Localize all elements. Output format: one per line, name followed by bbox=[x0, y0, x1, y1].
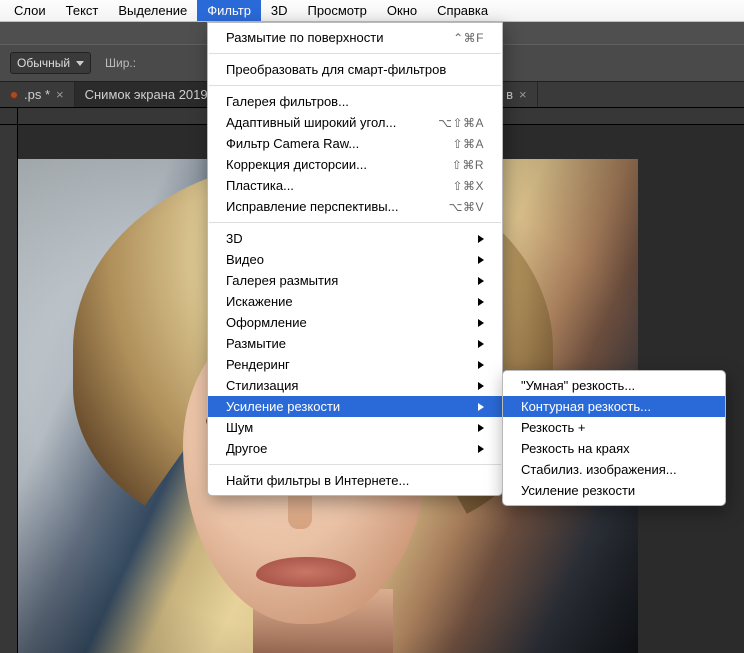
menu-item[interactable]: Фильтр Camera Raw... ⇧⌘A bbox=[208, 133, 502, 154]
submenu-arrow-icon bbox=[478, 294, 484, 309]
menu-item-label: Преобразовать для смарт-фильтров bbox=[226, 62, 446, 77]
tab-label: .ps * bbox=[24, 87, 50, 102]
menu-shortcut: ⌥⌘V bbox=[449, 200, 484, 214]
menu-item-label: Найти фильтры в Интернете... bbox=[226, 473, 409, 488]
menu-item[interactable]: Пластика... ⇧⌘X bbox=[208, 175, 502, 196]
menubar-item-4[interactable]: 3D bbox=[261, 0, 298, 21]
menu-item-label: Видео bbox=[226, 252, 264, 267]
menu-shortcut: ⌃⌘F bbox=[453, 31, 484, 45]
menubar-item-5[interactable]: Просмотр bbox=[298, 0, 377, 21]
width-label: Шир.: bbox=[105, 56, 136, 70]
menu-item-label: Пластика... bbox=[226, 178, 294, 193]
menu-item[interactable]: Оформление bbox=[208, 312, 502, 333]
menu-item[interactable]: Контурная резкость... bbox=[503, 396, 725, 417]
menu-item[interactable]: "Умная" резкость... bbox=[503, 375, 725, 396]
submenu-arrow-icon bbox=[478, 441, 484, 456]
menu-item[interactable]: Рендеринг bbox=[208, 354, 502, 375]
menu-item[interactable]: Размытие bbox=[208, 333, 502, 354]
submenu-arrow-icon bbox=[478, 357, 484, 372]
menu-separator bbox=[209, 85, 501, 86]
menu-item-label: Шум bbox=[226, 420, 253, 435]
menu-item[interactable]: Преобразовать для смарт-фильтров bbox=[208, 59, 502, 80]
menu-item[interactable]: Адаптивный широкий угол... ⌥⇧⌘A bbox=[208, 112, 502, 133]
menu-item-label: Исправление перспективы... bbox=[226, 199, 398, 214]
menu-item[interactable]: Найти фильтры в Интернете... bbox=[208, 470, 502, 491]
menu-separator bbox=[209, 53, 501, 54]
menu-item[interactable]: Стабилиз. изображения... bbox=[503, 459, 725, 480]
menu-item[interactable]: Исправление перспективы... ⌥⌘V bbox=[208, 196, 502, 217]
menu-item-label: "Умная" резкость... bbox=[521, 378, 635, 393]
menu-item[interactable]: Искажение bbox=[208, 291, 502, 312]
menu-item[interactable]: Галерея фильтров... bbox=[208, 91, 502, 112]
menu-item[interactable]: Усиление резкости bbox=[208, 396, 502, 417]
menubar-item-6[interactable]: Окно bbox=[377, 0, 427, 21]
chevron-down-icon bbox=[76, 61, 84, 66]
menubar: СлоиТекстВыделениеФильтр3DПросмотрОкноСп… bbox=[0, 0, 744, 22]
menubar-item-0[interactable]: Слои bbox=[4, 0, 56, 21]
submenu-arrow-icon bbox=[478, 399, 484, 414]
menubar-item-3[interactable]: Фильтр bbox=[197, 0, 261, 21]
menu-item-label: Резкость + bbox=[521, 420, 586, 435]
menubar-item-1[interactable]: Текст bbox=[56, 0, 109, 21]
close-icon[interactable]: × bbox=[519, 87, 527, 102]
menu-item[interactable]: 3D bbox=[208, 228, 502, 249]
menu-item-label: Усиление резкости bbox=[226, 399, 340, 414]
submenu-arrow-icon bbox=[478, 336, 484, 351]
menu-item-label: Усиление резкости bbox=[521, 483, 635, 498]
menu-item[interactable]: Резкость на краях bbox=[503, 438, 725, 459]
menu-shortcut: ⇧⌘X bbox=[452, 179, 484, 193]
submenu-arrow-icon bbox=[478, 378, 484, 393]
ruler-corner bbox=[0, 108, 18, 125]
menu-separator bbox=[209, 464, 501, 465]
blend-mode-value: Обычный bbox=[17, 56, 70, 70]
menu-item-label: Другое bbox=[226, 441, 267, 456]
menu-item-label: Стилизация bbox=[226, 378, 298, 393]
menu-item-label: 3D bbox=[226, 231, 243, 246]
menu-item-label: Резкость на краях bbox=[521, 441, 630, 456]
document-tab[interactable]: .ps * × bbox=[0, 82, 75, 107]
menu-item[interactable]: Стилизация bbox=[208, 375, 502, 396]
menu-item-label: Размытие по поверхности bbox=[226, 30, 383, 45]
menu-item-label: Искажение bbox=[226, 294, 293, 309]
menu-item[interactable]: Видео bbox=[208, 249, 502, 270]
submenu-arrow-icon bbox=[478, 252, 484, 267]
menu-item-label: Рендеринг bbox=[226, 357, 290, 372]
menu-item-label: Размытие bbox=[226, 336, 286, 351]
menu-shortcut: ⇧⌘R bbox=[452, 158, 484, 172]
close-icon[interactable]: × bbox=[56, 87, 64, 102]
submenu-arrow-icon bbox=[478, 273, 484, 288]
submenu-arrow-icon bbox=[478, 420, 484, 435]
submenu-arrow-icon bbox=[478, 231, 484, 246]
menu-item[interactable]: Резкость + bbox=[503, 417, 725, 438]
menu-item-label: Галерея фильтров... bbox=[226, 94, 349, 109]
blend-mode-select[interactable]: Обычный bbox=[10, 52, 91, 74]
submenu-arrow-icon bbox=[478, 315, 484, 330]
menubar-item-2[interactable]: Выделение bbox=[108, 0, 197, 21]
menu-item-label: Галерея размытия bbox=[226, 273, 338, 288]
menu-item-label: Адаптивный широкий угол... bbox=[226, 115, 396, 130]
menu-shortcut: ⌥⇧⌘A bbox=[438, 116, 484, 130]
menubar-item-7[interactable]: Справка bbox=[427, 0, 498, 21]
menu-item[interactable]: Другое bbox=[208, 438, 502, 459]
menu-item-label: Коррекция дисторсии... bbox=[226, 157, 367, 172]
filter-menu: Размытие по поверхности ⌃⌘F Преобразовать … bbox=[207, 22, 503, 496]
menu-item[interactable]: Размытие по поверхности ⌃⌘F bbox=[208, 27, 502, 48]
sharpen-submenu: "Умная" резкость... Контурная резкость...… bbox=[502, 370, 726, 506]
menu-item-label: Контурная резкость... bbox=[521, 399, 651, 414]
menu-item[interactable]: Галерея размытия bbox=[208, 270, 502, 291]
menu-item-label: Фильтр Camera Raw... bbox=[226, 136, 359, 151]
menu-separator bbox=[209, 222, 501, 223]
menu-shortcut: ⇧⌘A bbox=[452, 137, 484, 151]
menu-item-label: Стабилиз. изображения... bbox=[521, 462, 677, 477]
menu-item[interactable]: Усиление резкости bbox=[503, 480, 725, 501]
unsaved-dot-icon bbox=[10, 91, 18, 99]
menu-item-label: Оформление bbox=[226, 315, 307, 330]
ruler-vertical[interactable] bbox=[0, 125, 18, 653]
menu-item[interactable]: Шум bbox=[208, 417, 502, 438]
menu-item[interactable]: Коррекция дисторсии... ⇧⌘R bbox=[208, 154, 502, 175]
